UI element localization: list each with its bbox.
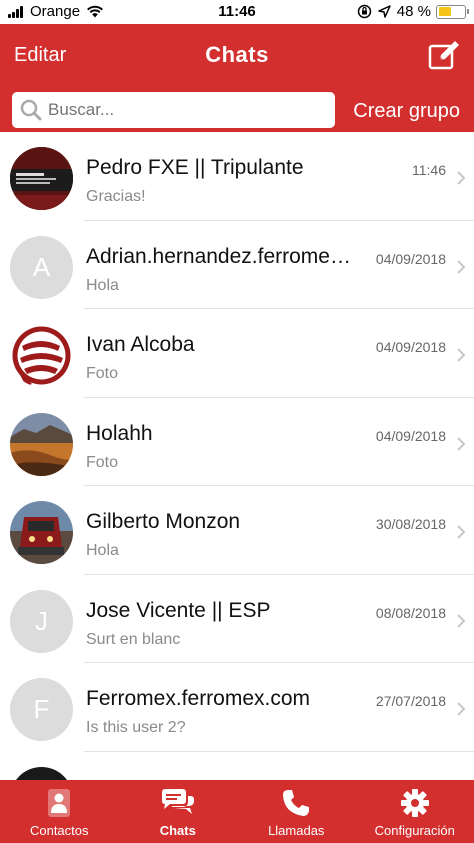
chevron-right-icon: [457, 702, 466, 716]
status-right: 48 %: [357, 3, 469, 20]
chat-preview: Surt en blanc: [86, 630, 181, 648]
tab-label: Contactos: [29, 823, 89, 838]
chat-preview: Gracias!: [86, 188, 146, 205]
avatar: J: [10, 589, 73, 653]
chat-bubbles-icon: [161, 789, 194, 814]
chat-row[interactable]: Ivan Alcoba Foto 04/09/2018: [0, 309, 474, 398]
tab-label: Chats: [159, 823, 196, 838]
chat-preview: Foto: [86, 453, 119, 471]
avatar: [10, 147, 73, 210]
chevron-right-icon: [457, 525, 466, 539]
chat-row[interactable]: Holahh Foto 04/09/2018: [0, 398, 474, 487]
avatar: F: [10, 678, 73, 741]
search-icon: [20, 99, 42, 121]
chat-name: Ferromex.ferromex.com: [86, 687, 311, 710]
create-group-button[interactable]: Crear grupo: [353, 100, 460, 123]
chat-preview: Is this user 2?: [86, 719, 186, 736]
battery-icon: [436, 4, 469, 19]
tab-chats[interactable]: Chats: [119, 780, 238, 843]
chevron-right-icon: [457, 259, 466, 274]
status-bar: Orange 11:46 48 %: [0, 0, 474, 24]
chat-row[interactable]: Pedro FXE || Tripulante Gracias! 11:46: [0, 132, 474, 221]
chat-list[interactable]: Pedro FXE || Tripulante Gracias! 11:46 A…: [0, 132, 474, 780]
chat-time: 04/09/2018: [375, 427, 446, 444]
tab-label: Llamadas: [268, 823, 325, 838]
chat-row[interactable]: F Ferromex.ferromex.com Is this user 2? …: [0, 663, 474, 752]
chat-time: 08/08/2018: [375, 604, 446, 621]
search-input[interactable]: [48, 100, 308, 120]
page-title: Chats: [205, 42, 269, 67]
tab-configuracion[interactable]: Configuración: [356, 780, 474, 843]
location-arrow-icon: [378, 5, 391, 18]
chevron-right-icon: [457, 436, 466, 451]
phone-icon: [283, 790, 310, 816]
chat-name: Ivan Alcoba: [86, 333, 195, 356]
battery-percent: 48 %: [396, 3, 431, 20]
avatar: [10, 324, 73, 387]
chat-name: Pedro FXE || Tripulante: [86, 156, 304, 179]
chat-row[interactable]: Gilberto Monzon Hola 30/08/2018: [0, 486, 474, 575]
avatar: A: [10, 235, 73, 299]
tab-bar: Contactos Chats Llamadas Configuración: [0, 780, 474, 843]
chat-preview: Hola: [86, 542, 119, 559]
chat-time: 27/07/2018: [375, 693, 446, 709]
avatar: [10, 412, 73, 476]
tab-llamadas[interactable]: Llamadas: [237, 780, 356, 843]
chat-preview: Hola: [86, 276, 119, 294]
chat-row-partial[interactable]: [0, 752, 474, 780]
chat-name: Adrian.hernandez.ferromex.com: [86, 244, 354, 268]
chat-time: 30/08/2018: [375, 516, 446, 532]
chevron-right-icon: [457, 613, 466, 628]
tab-label: Configuración: [374, 823, 455, 838]
avatar: [10, 501, 73, 564]
chat-time: 04/09/2018: [375, 339, 446, 355]
chat-time: 11:46: [412, 162, 446, 178]
navigation-header: Editar Chats Crear grupo: [0, 24, 474, 132]
chat-row[interactable]: J Jose Vicente || ESP Surt en blanc 08/0…: [0, 575, 474, 664]
chat-name: Gilberto Monzon: [86, 510, 241, 533]
chevron-right-icon: [457, 348, 466, 362]
gear-icon: [400, 789, 429, 817]
chat-name: Holahh: [86, 421, 153, 445]
orientation-lock-icon: [357, 4, 372, 19]
compose-icon[interactable]: [428, 40, 460, 72]
chat-time: 04/09/2018: [375, 250, 446, 267]
avatar: [10, 766, 73, 780]
edit-button[interactable]: Editar: [14, 44, 66, 67]
chat-preview: Foto: [86, 365, 119, 382]
chevron-right-icon: [457, 171, 466, 185]
search-bar[interactable]: [12, 92, 335, 128]
chat-name: Jose Vicente || ESP: [86, 598, 271, 622]
chat-row[interactable]: A Adrian.hernandez.ferromex.com Hola 04/…: [0, 221, 474, 310]
tab-contactos[interactable]: Contactos: [0, 780, 119, 843]
contact-icon: [48, 789, 71, 817]
